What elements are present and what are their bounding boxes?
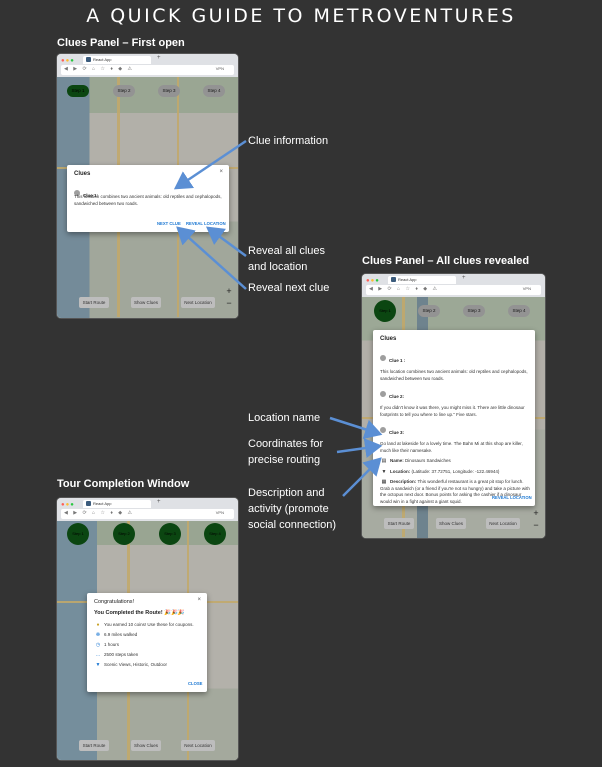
arrow-coordinates <box>336 438 383 458</box>
note-line: Description and <box>248 487 325 499</box>
note-reveal-next: Reveal next clue <box>248 282 330 294</box>
note-line: and location <box>248 261 308 273</box>
note-line: activity (promote <box>248 503 329 515</box>
arrow-reveal-all <box>205 226 247 258</box>
arrow-description <box>342 457 382 497</box>
arrow-reveal-next <box>176 226 247 290</box>
arrow-location-name <box>329 416 383 439</box>
note-line: Coordinates for <box>248 438 324 450</box>
note-clue-information: Clue information <box>248 135 329 147</box>
note-line: social connection) <box>248 519 337 531</box>
note-line: Reveal all clues <box>248 245 326 257</box>
annotation-arrows <box>173 139 383 497</box>
note-location-name: Location name <box>248 412 321 424</box>
note-line: precise routing <box>248 454 321 466</box>
note-description: Description and activity (promote social… <box>248 485 336 533</box>
arrow-clue-information <box>173 139 247 190</box>
note-coordinates: Coordinates for precise routing <box>248 436 323 468</box>
note-reveal-all: Reveal all clues and location <box>248 243 325 275</box>
